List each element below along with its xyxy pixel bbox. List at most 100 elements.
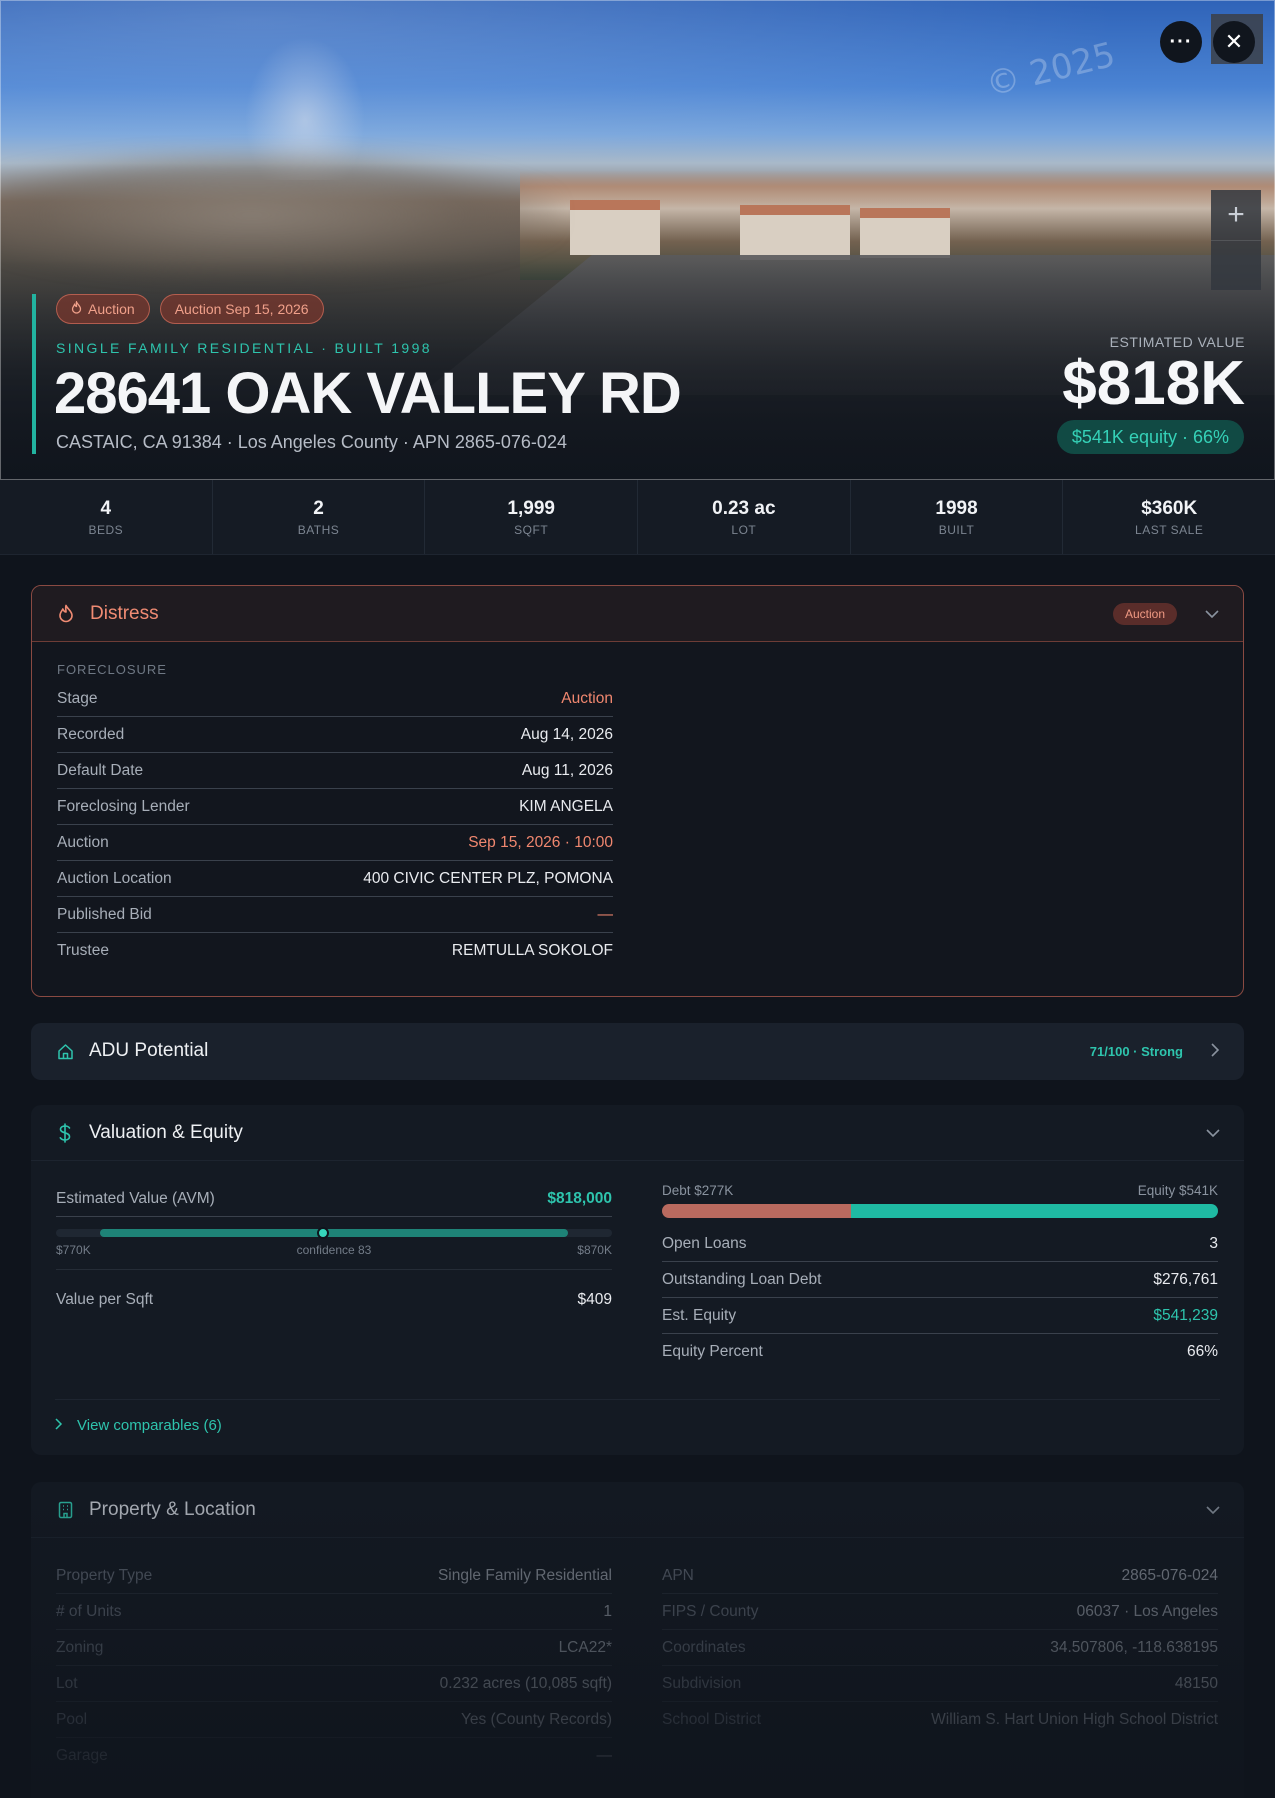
row-value: 66%	[1186, 1343, 1218, 1360]
equity-row: Outstanding Loan Debt $276,761	[662, 1262, 1218, 1298]
row-label: Default Date	[57, 761, 144, 779]
row-value: Aug 14, 2026	[520, 725, 613, 743]
adu-score: 71/100 · Strong	[1089, 1043, 1183, 1059]
stat-value: 4	[100, 498, 112, 519]
adu-header[interactable]: ADU Potential 71/100 · Strong	[31, 1023, 1244, 1079]
valuation-card: Valuation & Equity Estimated Value (AVM)…	[31, 1105, 1244, 1455]
row-label: Outstanding Loan Debt	[662, 1270, 822, 1288]
adu-card[interactable]: ADU Potential 71/100 · Strong	[31, 1023, 1244, 1080]
more-horizontal-icon: ···	[1169, 30, 1193, 53]
row-label: Est. Equity	[662, 1306, 737, 1324]
distress-header[interactable]: Distress Auction	[32, 586, 1243, 642]
row-value: Auction	[561, 689, 613, 707]
more-button[interactable]: ···	[1160, 21, 1202, 63]
stat-label: BUILT	[938, 523, 975, 537]
avm-range-track	[56, 1227, 612, 1239]
row-label: # of Units	[56, 1602, 122, 1620]
row-value: 06037 · Los Angeles	[1076, 1602, 1218, 1620]
property-row: Coordinates 34.507806, -118.638195	[662, 1630, 1218, 1666]
foreclosure-section: FORECLOSURE Stage Auction Recorded Aug 14,…	[57, 662, 613, 969]
stat-value: $360K	[1141, 498, 1198, 519]
row-label: Pool	[56, 1710, 88, 1728]
property-title: Property & Location	[89, 1498, 256, 1520]
row-label: Subdivision	[662, 1674, 742, 1692]
debt-equity-bar	[662, 1204, 1218, 1218]
adu-title: ADU Potential	[89, 1040, 209, 1061]
stat-value: 1998	[935, 498, 978, 519]
property-header[interactable]: Property & Location	[31, 1482, 1244, 1538]
hero-house	[860, 208, 950, 258]
stat-built: 1998 BUILT	[851, 480, 1064, 554]
debt-label: Debt $277K	[662, 1183, 734, 1198]
stat-label: BEDS	[88, 523, 124, 537]
view-comparables-link[interactable]: View comparables (6)	[55, 1417, 222, 1434]
equity-row: Equity Percent 66%	[662, 1334, 1218, 1370]
row-value: 1	[603, 1602, 612, 1620]
row-label: FIPS / County	[662, 1602, 759, 1620]
foreclosure-row: Auction Location 400 CIVIC CENTER PLZ, PO…	[57, 861, 613, 897]
foreclosure-row: Stage Auction	[57, 681, 613, 717]
hero-house	[740, 205, 850, 260]
row-value: KIM ANGELA	[519, 797, 613, 815]
row-label: Recorded	[57, 725, 125, 743]
property-right-section: APN 2865-076-024 FIPS / County 06037 · Los…	[662, 1558, 1218, 1738]
debt-equity-labels: Debt $277K Equity $541K	[662, 1183, 1218, 1198]
stat-lot: 0.23 ac LOT	[638, 480, 851, 554]
row-value: $409	[577, 1291, 612, 1308]
row-label: Foreclosing Lender	[57, 797, 190, 815]
row-value: —	[597, 905, 614, 923]
close-button[interactable]: ✕	[1213, 21, 1255, 63]
valuation-header-right	[1206, 1125, 1220, 1141]
row-value: $276,761	[1153, 1270, 1218, 1288]
adu-header-right: 71/100 · Strong	[1089, 1042, 1220, 1060]
debt-segment	[662, 1204, 852, 1218]
stats-bar: 4 BEDS 2 BATHS 1,999 SQFT 0.23 ac LOT 19…	[0, 480, 1275, 555]
foreclosure-row: Auction Sep 15, 2026 · 10:00	[57, 825, 613, 861]
distress-header-right: Auction	[1112, 602, 1219, 625]
house-icon	[55, 1043, 75, 1060]
property-row: Property Type Single Family Residential	[56, 1558, 612, 1594]
range-confidence: confidence 83	[296, 1243, 372, 1257]
row-label: Trustee	[57, 942, 109, 959]
foreclosure-heading: FORECLOSURE	[57, 662, 167, 677]
close-icon: ✕	[1224, 29, 1244, 54]
chevron-down-icon[interactable]	[1205, 606, 1219, 622]
property-row: # of Units 1	[56, 1594, 612, 1630]
hero-house	[570, 200, 660, 255]
view-comparables-label: View comparables (6)	[77, 1417, 222, 1434]
stat-value: 0.23 ac	[712, 498, 776, 519]
stat-label: LAST SALE	[1135, 523, 1204, 537]
row-value: 34.507806, -118.638195	[1050, 1638, 1218, 1656]
foreclosure-row: Recorded Aug 14, 2026	[57, 717, 613, 753]
zoom-in-button[interactable]: +	[1211, 190, 1261, 240]
chevron-down-icon[interactable]	[1206, 1125, 1220, 1141]
distress-title: Distress	[90, 602, 159, 624]
row-value: LCA22*	[558, 1638, 612, 1656]
divider	[55, 1399, 1220, 1400]
row-value: $541,239	[1153, 1306, 1218, 1324]
row-label: Garage	[56, 1747, 108, 1764]
row-label: Published Bid	[57, 905, 152, 923]
avm-section: Estimated Value (AVM) $818,000 $770K con…	[56, 1181, 612, 1318]
zoom-out-button[interactable]	[1211, 240, 1261, 290]
range-low: $770K	[56, 1243, 91, 1257]
chevron-down-icon[interactable]	[1206, 1502, 1220, 1518]
row-label: Coordinates	[662, 1638, 746, 1656]
property-row: Zoning LCA22*	[56, 1630, 612, 1666]
value-per-sqft-row: Value per Sqft $409	[56, 1282, 612, 1318]
property-header-right	[1206, 1502, 1220, 1518]
stat-value: 2	[313, 498, 324, 519]
equity-row: Open Loans 3	[662, 1226, 1218, 1262]
valuation-header[interactable]: Valuation & Equity	[31, 1105, 1244, 1161]
chevron-right-icon[interactable]	[1211, 1042, 1220, 1060]
equity-section: Debt $277K Equity $541K Open Loans 3 Outs…	[662, 1183, 1218, 1370]
row-value: 48150	[1174, 1674, 1218, 1692]
row-label: Estimated Value (AVM)	[56, 1189, 215, 1207]
row-label: Stage	[57, 689, 98, 707]
property-row: Garage —	[56, 1738, 612, 1774]
avm-row: Estimated Value (AVM) $818,000	[56, 1181, 612, 1217]
property-subtitle: SINGLE FAMILY RESIDENTIAL · BUILT 1998	[56, 340, 432, 356]
stat-label: SQFT	[514, 523, 549, 537]
property-left-section: Property Type Single Family Residential #…	[56, 1558, 612, 1774]
flame-icon	[71, 300, 82, 317]
